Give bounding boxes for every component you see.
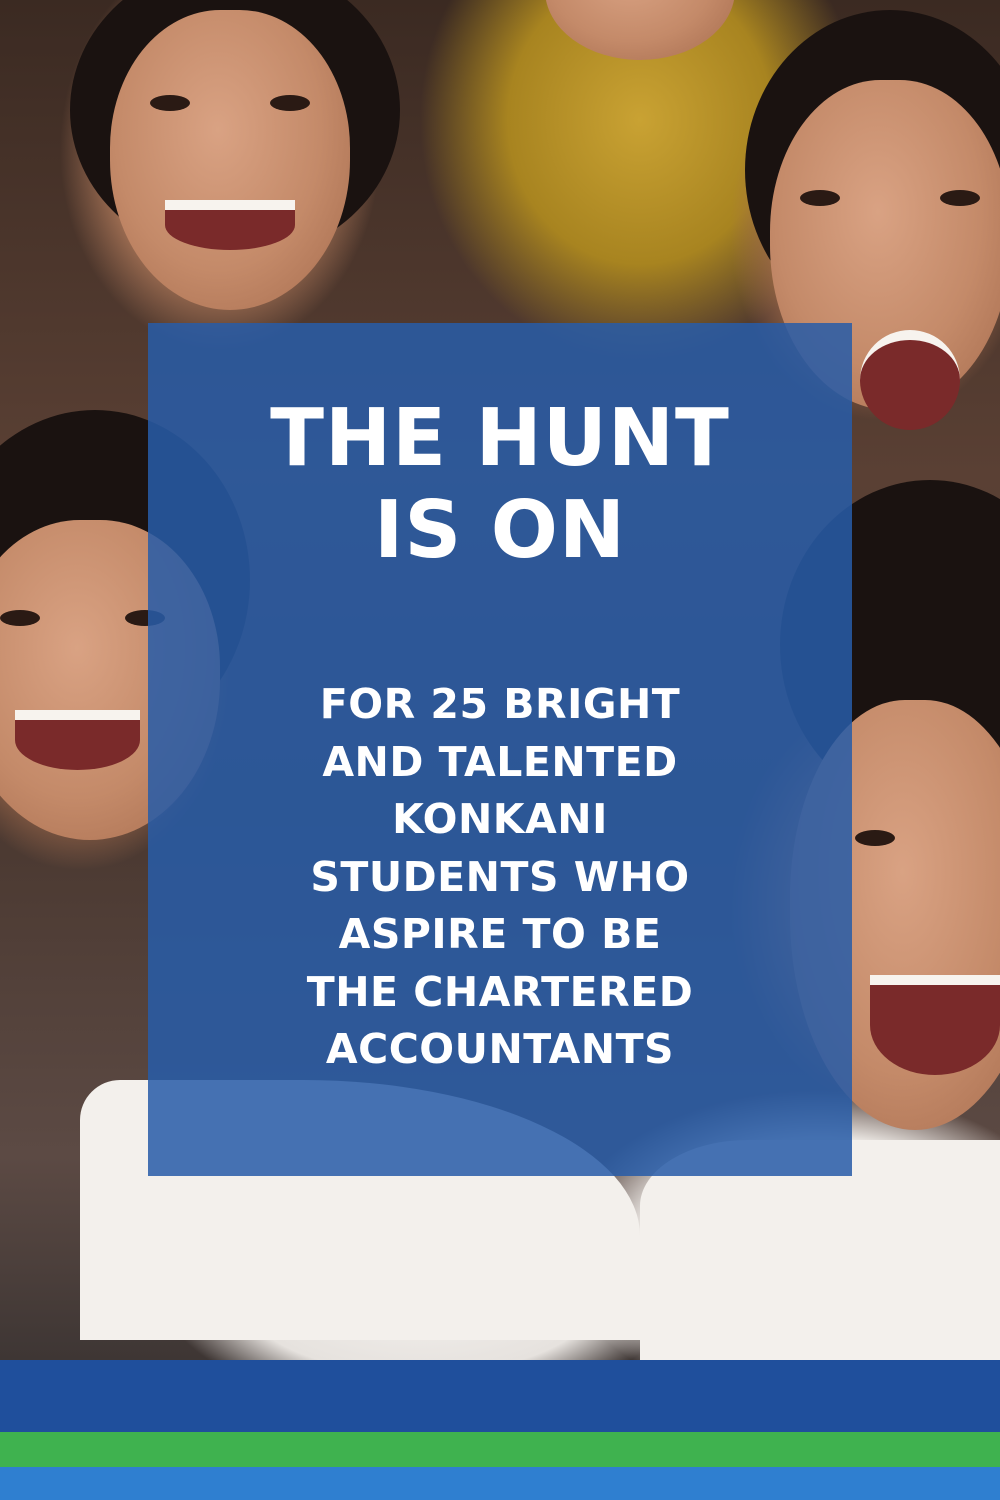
eye-shape (270, 95, 310, 111)
subheadline: FOR 25 BRIGHT AND TALENTED KONKANI STUDE… (148, 676, 852, 1079)
eye-shape (150, 95, 190, 111)
headline: THE HUNT IS ON (148, 392, 852, 576)
smile-shape (860, 330, 960, 430)
subheadline-line: AND TALENTED (322, 737, 678, 786)
face-shape (545, 0, 735, 60)
subheadline-line: ASPIRE TO BE (338, 910, 662, 958)
eye-shape (940, 190, 980, 206)
eye-shape (800, 190, 840, 206)
subheadline-line: ACCOUNTANTS (325, 1025, 675, 1073)
subheadline-line: STUDENTS WHO (310, 852, 690, 901)
subheadline-line: FOR 25 BRIGHT (319, 680, 681, 728)
subheadline-line: THE CHARTERED (306, 967, 694, 1016)
face-shape (110, 10, 350, 310)
headline-line: IS ON (373, 484, 627, 576)
headline-line: THE HUNT (270, 392, 730, 484)
eye-shape (0, 610, 40, 626)
subheadline-line: KONKANI (392, 795, 608, 843)
footer-stripe-dark-blue (0, 1360, 1000, 1432)
footer-stripe-light-blue (0, 1467, 1000, 1500)
footer-stripe-green (0, 1432, 1000, 1467)
eye-shape (855, 830, 895, 846)
smile-shape (870, 975, 1000, 1075)
smile-shape (15, 710, 140, 770)
smile-shape (165, 200, 295, 250)
